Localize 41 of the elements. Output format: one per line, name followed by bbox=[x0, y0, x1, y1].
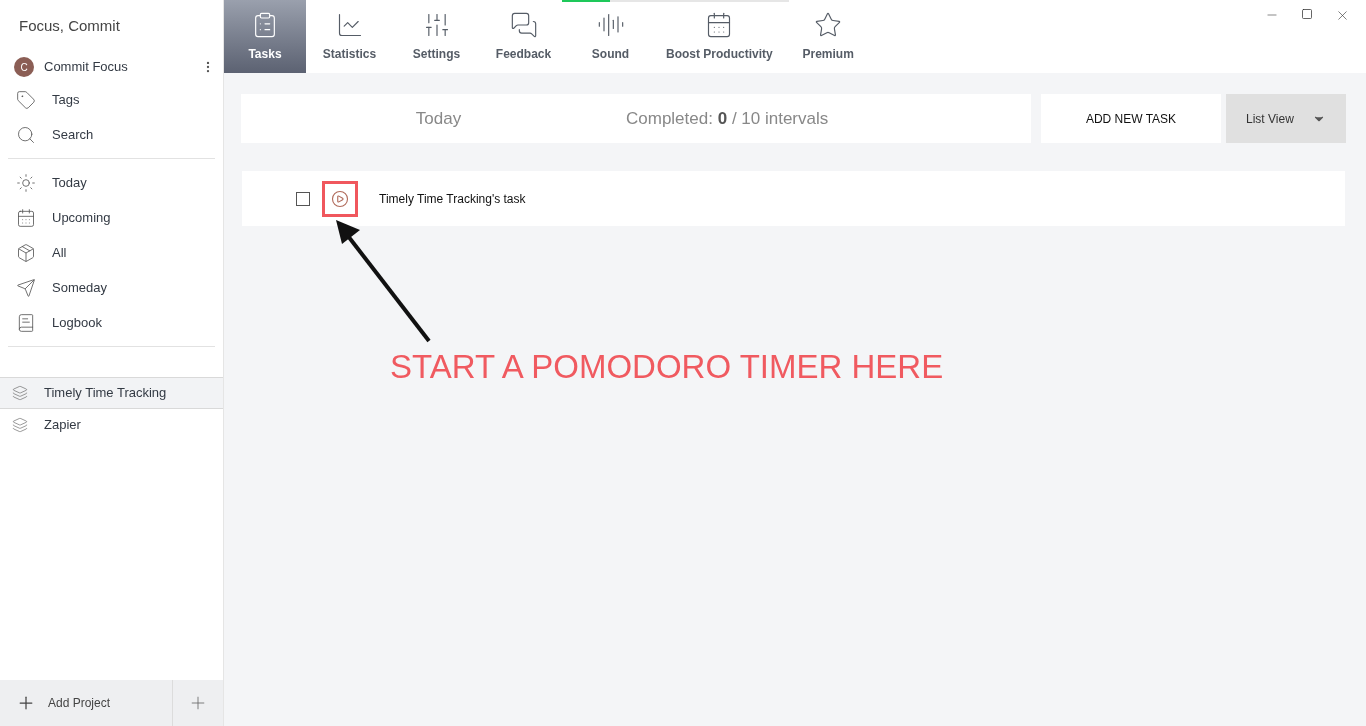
project-item[interactable]: Timely Time Tracking bbox=[0, 377, 223, 409]
play-button[interactable] bbox=[322, 180, 358, 217]
task-title: Timely Time Tracking's task bbox=[379, 190, 526, 208]
book-icon bbox=[16, 312, 36, 333]
app-title: Focus, Commit bbox=[18, 16, 121, 36]
toolbar-tab[interactable]: Statistics bbox=[306, 0, 393, 73]
star-icon bbox=[814, 10, 843, 39]
layers-icon bbox=[12, 385, 28, 401]
avatar: C bbox=[14, 57, 34, 77]
view-select[interactable]: List View bbox=[1226, 94, 1346, 143]
add-task-button[interactable]: ADD NEW TASK bbox=[1041, 94, 1221, 143]
play-icon bbox=[331, 189, 349, 208]
task-checkbox[interactable] bbox=[296, 191, 310, 206]
maximize-icon[interactable] bbox=[1301, 8, 1313, 20]
sidebar-item[interactable]: Someday bbox=[0, 270, 223, 305]
annotation-text: START A POMODORO TIMER HERE bbox=[390, 347, 944, 387]
search-icon bbox=[16, 124, 36, 145]
completed-count: Completed: 0 / 10 intervals bbox=[626, 107, 829, 130]
toolbar-tab[interactable]: Feedback bbox=[480, 0, 567, 73]
sidebar-item[interactable]: Tags bbox=[0, 82, 223, 117]
box-icon bbox=[16, 242, 36, 263]
sidebar-item[interactable]: Today bbox=[0, 165, 223, 200]
toolbar-tab[interactable]: Boost Productivity bbox=[654, 0, 785, 73]
sidebar-item[interactable]: Upcoming bbox=[0, 200, 223, 235]
paper-plane-icon bbox=[16, 277, 36, 298]
toolbar-tab[interactable]: Tasks bbox=[224, 0, 306, 73]
toolbar-tab[interactable]: Settings bbox=[393, 0, 480, 73]
sidebar-item[interactable]: All bbox=[0, 235, 223, 270]
toolbar-tab[interactable]: Premium bbox=[784, 0, 872, 73]
account-name[interactable]: Commit Focus bbox=[44, 57, 191, 77]
calendar-icon bbox=[16, 207, 36, 228]
toolbar-tab[interactable]: Sound bbox=[567, 0, 654, 73]
sidebar-item[interactable]: Search bbox=[0, 117, 223, 152]
sun-icon bbox=[16, 172, 36, 193]
close-icon[interactable] bbox=[1335, 8, 1350, 23]
project-item[interactable]: Zapier bbox=[0, 409, 223, 441]
task-row[interactable]: Timely Time Tracking's task bbox=[242, 171, 1345, 226]
tag-icon bbox=[16, 89, 36, 110]
sidebar-item[interactable]: Logbook bbox=[0, 305, 223, 340]
layers-icon bbox=[12, 417, 28, 433]
chat-icon bbox=[509, 10, 538, 39]
